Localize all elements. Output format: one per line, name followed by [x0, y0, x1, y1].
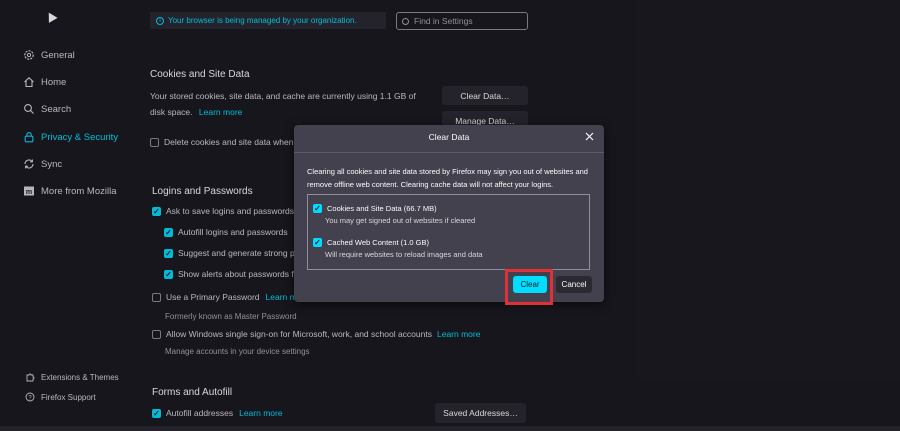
dialog-title: Clear Data [428, 132, 470, 142]
close-icon[interactable] [582, 129, 596, 143]
dialog-description-line1: Clearing all cookies and site data store… [307, 167, 588, 176]
cookies-site-data-checkbox[interactable] [313, 204, 322, 213]
clear-options-list: Cookies and Site Data (66.7 MB) You may … [307, 194, 590, 270]
dialog-description-line2: remove offline web content. Clearing cac… [307, 180, 554, 189]
cached-web-content-desc: Will require websites to reload images a… [325, 250, 483, 259]
cookies-site-data-label: Cookies and Site Data (66.7 MB) [327, 204, 437, 213]
cookies-site-data-option[interactable]: Cookies and Site Data (66.7 MB) You may … [313, 204, 475, 225]
cached-web-content-option[interactable]: Cached Web Content (1.0 GB) Will require… [313, 238, 483, 259]
cookies-site-data-desc: You may get signed out of websites if cl… [325, 216, 476, 225]
clear-data-dialog: Clear Data Clearing all cookies and site… [294, 125, 604, 305]
cached-web-content-label: Cached Web Content (1.0 GB) [327, 238, 429, 247]
cancel-button[interactable]: Cancel [556, 276, 592, 293]
dialog-description: Clearing all cookies and site data store… [307, 165, 597, 191]
dialog-divider [294, 152, 604, 153]
clear-button-highlight [505, 269, 553, 305]
cached-web-content-checkbox[interactable] [313, 238, 322, 247]
